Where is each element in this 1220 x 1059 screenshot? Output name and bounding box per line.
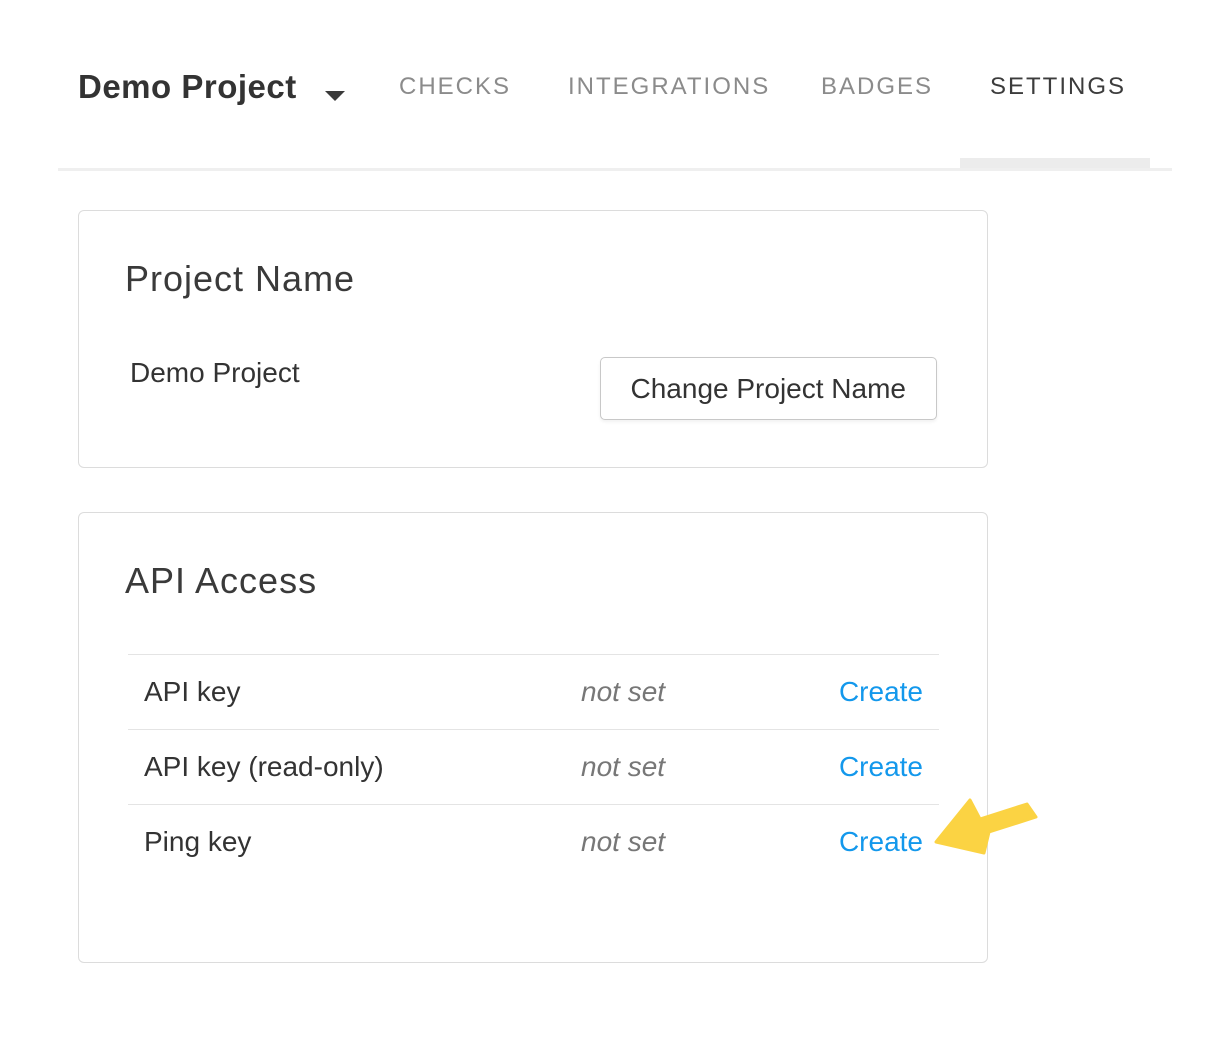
caret-down-icon[interactable] (325, 91, 345, 101)
project-name-card: Project Name Demo Project Change Project… (78, 210, 988, 468)
nav-tab-settings[interactable]: SETTINGS (990, 75, 1126, 99)
table-row-ping-key: Ping key not set Create (128, 804, 939, 879)
current-project-name: Demo Project (130, 358, 300, 388)
api-key-label: API key (144, 676, 581, 708)
ping-key-label: Ping key (144, 826, 581, 858)
table-row-api-key-readonly: API key (read-only) not set Create (128, 729, 939, 804)
api-key-create-link[interactable]: Create (839, 676, 923, 708)
api-access-card-title: API Access (125, 563, 317, 599)
nav-tab-badges[interactable]: BADGES (821, 75, 933, 99)
api-access-card: API Access API key not set Create API ke… (78, 512, 988, 963)
project-switcher[interactable]: Demo Project (78, 70, 297, 103)
api-key-readonly-create-link[interactable]: Create (839, 751, 923, 783)
ping-key-create-link[interactable]: Create (839, 826, 923, 858)
header-divider (58, 168, 1172, 171)
api-key-value: not set (581, 676, 839, 708)
nav-tab-integrations[interactable]: INTEGRATIONS (568, 75, 770, 99)
change-project-name-button[interactable]: Change Project Name (600, 357, 937, 420)
ping-key-value: not set (581, 826, 839, 858)
nav-tab-checks[interactable]: CHECKS (399, 75, 511, 99)
api-key-readonly-label: API key (read-only) (144, 751, 581, 783)
project-name-card-title: Project Name (125, 261, 355, 297)
api-keys-table: API key not set Create API key (read-onl… (128, 654, 939, 879)
table-row-api-key: API key not set Create (128, 654, 939, 729)
api-key-readonly-value: not set (581, 751, 839, 783)
project-settings-page: Demo Project CHECKS INTEGRATIONS BADGES … (0, 0, 1220, 1059)
